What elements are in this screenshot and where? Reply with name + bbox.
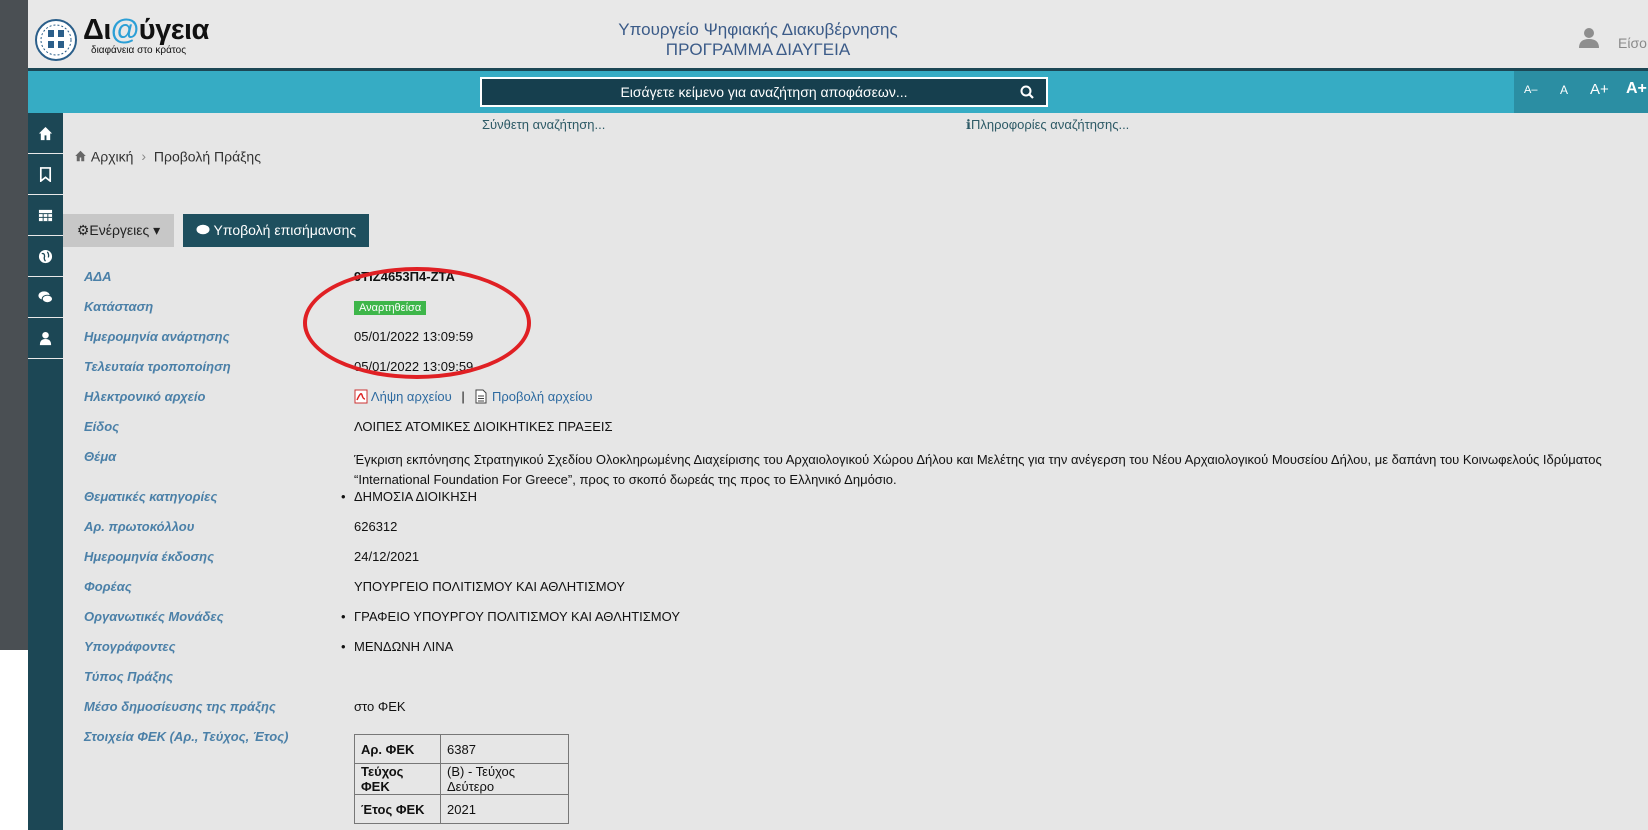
row-issue-date: Ημερομηνία έκδοσης 24/12/2021 — [0, 549, 1620, 573]
font-reset-button[interactable]: A — [1560, 83, 1568, 97]
font-decrease-button[interactable]: A– — [1524, 84, 1537, 96]
breadcrumb-home[interactable]: Αρχική — [91, 148, 134, 164]
issue-date-label: Ημερομηνία έκδοσης — [84, 549, 214, 564]
subject-value: Έγκριση εκπόνησης Στρατηγικού Σχεδίου Ολ… — [354, 452, 1602, 487]
signers-label: Υπογράφοντες — [84, 639, 176, 654]
sidebar-item-home[interactable] — [28, 113, 63, 154]
table-icon — [38, 209, 53, 222]
protocol-value: 626312 — [354, 519, 398, 534]
document-icon — [475, 389, 487, 404]
font-size-controls: A– A A+ A+ — [1514, 71, 1648, 113]
search-icon[interactable] — [1020, 85, 1034, 99]
download-file-link[interactable]: Λήψη αρχείου — [354, 389, 455, 404]
advanced-search-link[interactable]: Σύνθετη αναζήτηση... — [482, 117, 605, 132]
row-modified: Τελευταία τροποποίηση 05/01/2022 13:09:5… — [0, 359, 1620, 383]
act-type-label: Τύπος Πράξης — [84, 669, 174, 684]
breadcrumb-current: Προβολή Πράξης — [153, 148, 261, 165]
login-link[interactable]: Είσο — [1618, 35, 1647, 51]
search-info-link[interactable]: ℹΠληροφορίες αναζήτησης... — [966, 117, 1129, 133]
home-icon — [75, 151, 86, 162]
org-value: ΥΠΟΥΡΓΕΙΟ ΠΟΛΙΤΙΣΜΟΥ ΚΑΙ ΑΘΛΗΤΙΣΜΟΥ — [354, 579, 625, 594]
home-icon — [38, 126, 53, 141]
fek-table: Αρ. ΦΕΚ 6387 Τεύχος ΦΕΚ (Β) - Τεύχος Δεύ… — [354, 734, 569, 824]
row-file: Ηλεκτρονικό αρχείο Λήψη αρχείου | Προβολ… — [0, 389, 1620, 413]
globe-icon — [38, 249, 53, 264]
fek-key: Τεύχος ΦΕΚ — [354, 763, 441, 795]
comment-icon — [196, 224, 210, 235]
fek-key: Έτος ΦΕΚ — [354, 794, 441, 824]
sidebar-item-bookmarks[interactable] — [28, 154, 63, 195]
font-increase-button[interactable]: A+ — [1590, 81, 1609, 98]
caret-down-icon: ▾ — [149, 222, 161, 238]
units-value: ΓΡΑΦΕΙΟ ΥΠΟΥΡΓΟΥ ΠΟΛΙΤΙΣΜΟΥ ΚΑΙ ΑΘΛΗΤΙΣΜ… — [354, 609, 680, 624]
categories-label: Θεματικές κατηγορίες — [84, 489, 218, 504]
file-label: Ηλεκτρονικό αρχείο — [84, 389, 206, 404]
row-published: Ημερομηνία ανάρτησης 05/01/2022 13:09:59 — [0, 329, 1620, 353]
row-type: Είδος ΛΟΙΠΕΣ ΑΤΟΜΙΚΕΣ ΔΙΟΙΚΗΤΙΚΕΣ ΠΡΑΞΕΙ… — [0, 419, 1620, 443]
actions-dropdown-button[interactable]: ⚙Ενέργειες ▾ — [63, 214, 174, 247]
row-fek: Στοιχεία ΦΕΚ (Αρ., Τεύχος, Έτος) — [0, 729, 1620, 753]
bullet-icon: • — [341, 489, 346, 504]
row-status: Κατάσταση Αναρτηθείσα — [0, 299, 1620, 323]
row-categories: Θεματικές κατηγορίες • ΔΗΜΟΣΙΑ ΔΙΟΙΚΗΣΗ — [0, 489, 1620, 513]
breadcrumb-separator-icon: › — [141, 148, 146, 165]
fek-value: 6387 — [440, 734, 569, 764]
published-label: Ημερομηνία ανάρτησης — [84, 329, 230, 344]
breadcrumb: Αρχική › Προβολή Πράξης — [74, 147, 261, 164]
search-input[interactable]: Εισάγετε κείμενο για αναζήτηση αποφάσεων… — [480, 77, 1048, 107]
units-label: Οργανωτικές Μονάδες — [84, 609, 224, 624]
row-ada: ΑΔΑ 9ΤΙΖ4653Π4-ΖΤΑ — [0, 269, 1620, 293]
site-header: Δι@ύγεια διαφάνεια στο κράτος Υπουργείο … — [28, 0, 1648, 71]
signers-value: ΜΕΝΔΩΝΗ ΛΙΝΑ — [354, 639, 454, 654]
pdf-icon — [354, 389, 368, 404]
medium-value: στο ΦΕΚ — [354, 699, 406, 714]
type-value: ΛΟΙΠΕΣ ΑΤΟΜΙΚΕΣ ΔΙΟΙΚΗΤΙΚΕΣ ΠΡΑΞΕΙΣ — [354, 419, 613, 434]
red-annotation-circle — [303, 267, 531, 379]
bookmark-icon — [39, 167, 52, 182]
issue-date-value: 24/12/2021 — [354, 549, 420, 564]
org-label: Φορέας — [84, 579, 132, 594]
modified-label: Τελευταία τροποποίηση — [84, 359, 231, 374]
bullet-icon: • — [341, 639, 346, 654]
row-org: Φορέας ΥΠΟΥΡΓΕΙΟ ΠΟΛΙΤΙΣΜΟΥ ΚΑΙ ΑΘΛΗΤΙΣΜ… — [0, 579, 1620, 603]
fek-key: Αρ. ΦΕΚ — [354, 734, 441, 764]
ministry-title: Υπουργείο Ψηφιακής Διακυβέρνησης ΠΡΟΓΡΑΜ… — [618, 20, 898, 59]
fek-value: (Β) - Τεύχος Δεύτερο — [440, 763, 569, 795]
search-bar: Εισάγετε κείμενο για αναζήτηση αποφάσεων… — [28, 71, 1648, 113]
row-protocol: Αρ. πρωτοκόλλου 626312 — [0, 519, 1620, 543]
bullet-icon: • — [341, 609, 346, 624]
table-row: Τεύχος ΦΕΚ (Β) - Τεύχος Δεύτερο — [354, 763, 569, 795]
link-separator: | — [461, 389, 465, 404]
table-row: Έτος ΦΕΚ 2021 — [354, 794, 569, 824]
table-row: Αρ. ΦΕΚ 6387 — [354, 734, 569, 764]
font-increase-more-button[interactable]: A+ — [1626, 80, 1647, 98]
ada-label: ΑΔΑ — [84, 269, 112, 284]
fek-value: 2021 — [440, 794, 569, 824]
medium-label: Μέσο δημοσίευσης της πράξης — [84, 699, 276, 714]
subject-label: Θέμα — [84, 449, 117, 464]
row-units: Οργανωτικές Μονάδες • ΓΡΑΦΕΙΟ ΥΠΟΥΡΓΟΥ Π… — [0, 609, 1620, 633]
user-icon[interactable] — [1578, 27, 1600, 49]
row-signers: Υπογράφοντες • ΜΕΝΔΩΝΗ ΛΙΝΑ — [0, 639, 1620, 663]
submit-flag-button[interactable]: Υποβολή επισήμανσης — [183, 214, 369, 247]
sidebar-item-table[interactable] — [28, 195, 63, 236]
status-label: Κατάσταση — [84, 299, 154, 314]
gear-icon: ⚙ — [76, 222, 90, 238]
row-act-type: Τύπος Πράξης — [0, 669, 1620, 693]
type-label: Είδος — [84, 419, 120, 434]
fek-label: Στοιχεία ΦΕΚ (Αρ., Τεύχος, Έτος) — [84, 729, 289, 744]
categories-value: ΔΗΜΟΣΙΑ ΔΙΟΙΚΗΣΗ — [354, 489, 478, 504]
row-medium: Μέσο δημοσίευσης της πράξης στο ΦΕΚ — [0, 699, 1620, 723]
view-file-link[interactable]: Προβολή αρχείου — [474, 389, 593, 404]
protocol-label: Αρ. πρωτοκόλλου — [84, 519, 195, 534]
